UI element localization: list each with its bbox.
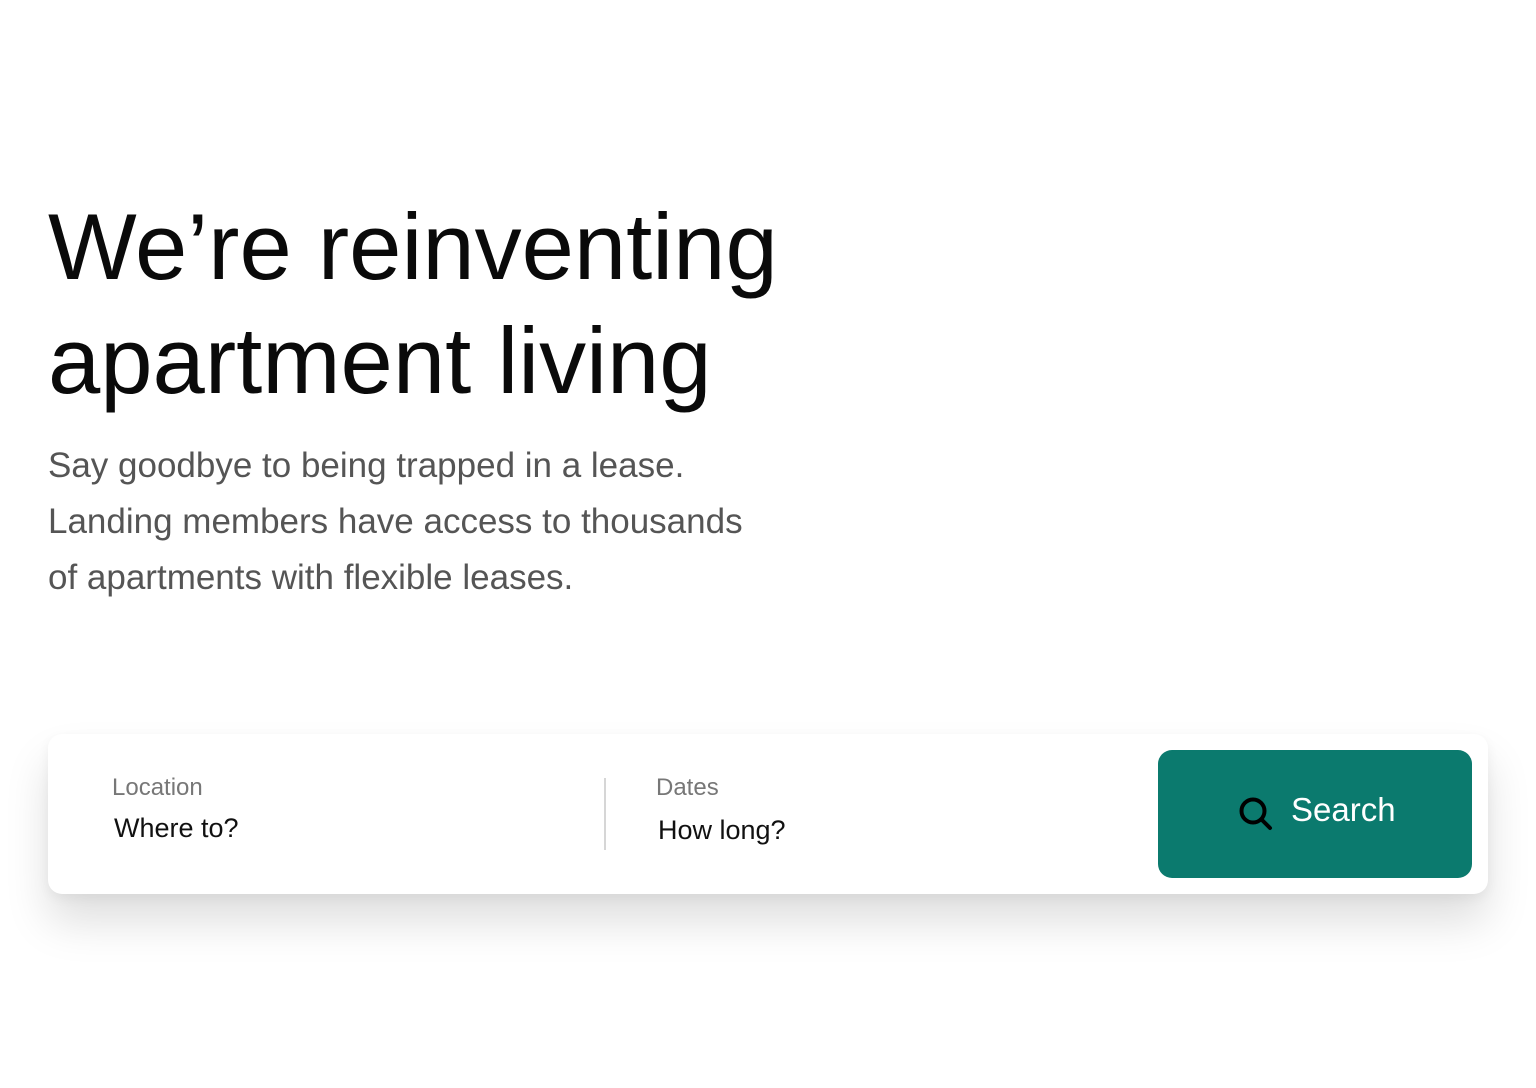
- search-icon: [1239, 797, 1272, 830]
- location-label: Location: [112, 774, 203, 801]
- dates-field[interactable]: Dates: [606, 734, 1146, 894]
- location-input[interactable]: [114, 810, 534, 846]
- location-field[interactable]: Location: [48, 734, 604, 894]
- landing-page: We’re reinventing apartment living Say g…: [0, 0, 1536, 1088]
- search-button[interactable]: Search: [1158, 750, 1472, 878]
- dates-label: Dates: [656, 774, 719, 801]
- hero-subtitle-line: of apartments with flexible leases.: [48, 558, 574, 597]
- hero-subtitle-line: Landing members have access to thousands: [48, 502, 743, 541]
- search-bar: Location Dates Search: [48, 734, 1488, 894]
- hero-subtitle-line: Say goodbye to being trapped in a lease.: [48, 446, 685, 485]
- hero-title: We’re reinventing apartment living: [48, 190, 868, 418]
- dates-input[interactable]: [658, 812, 1078, 848]
- hero-subtitle: Say goodbye to being trapped in a lease.…: [48, 438, 808, 606]
- search-button-label: Search: [1291, 791, 1396, 828]
- hero-title-line: apartment living: [48, 308, 712, 413]
- hero-title-line: We’re reinventing: [48, 194, 778, 299]
